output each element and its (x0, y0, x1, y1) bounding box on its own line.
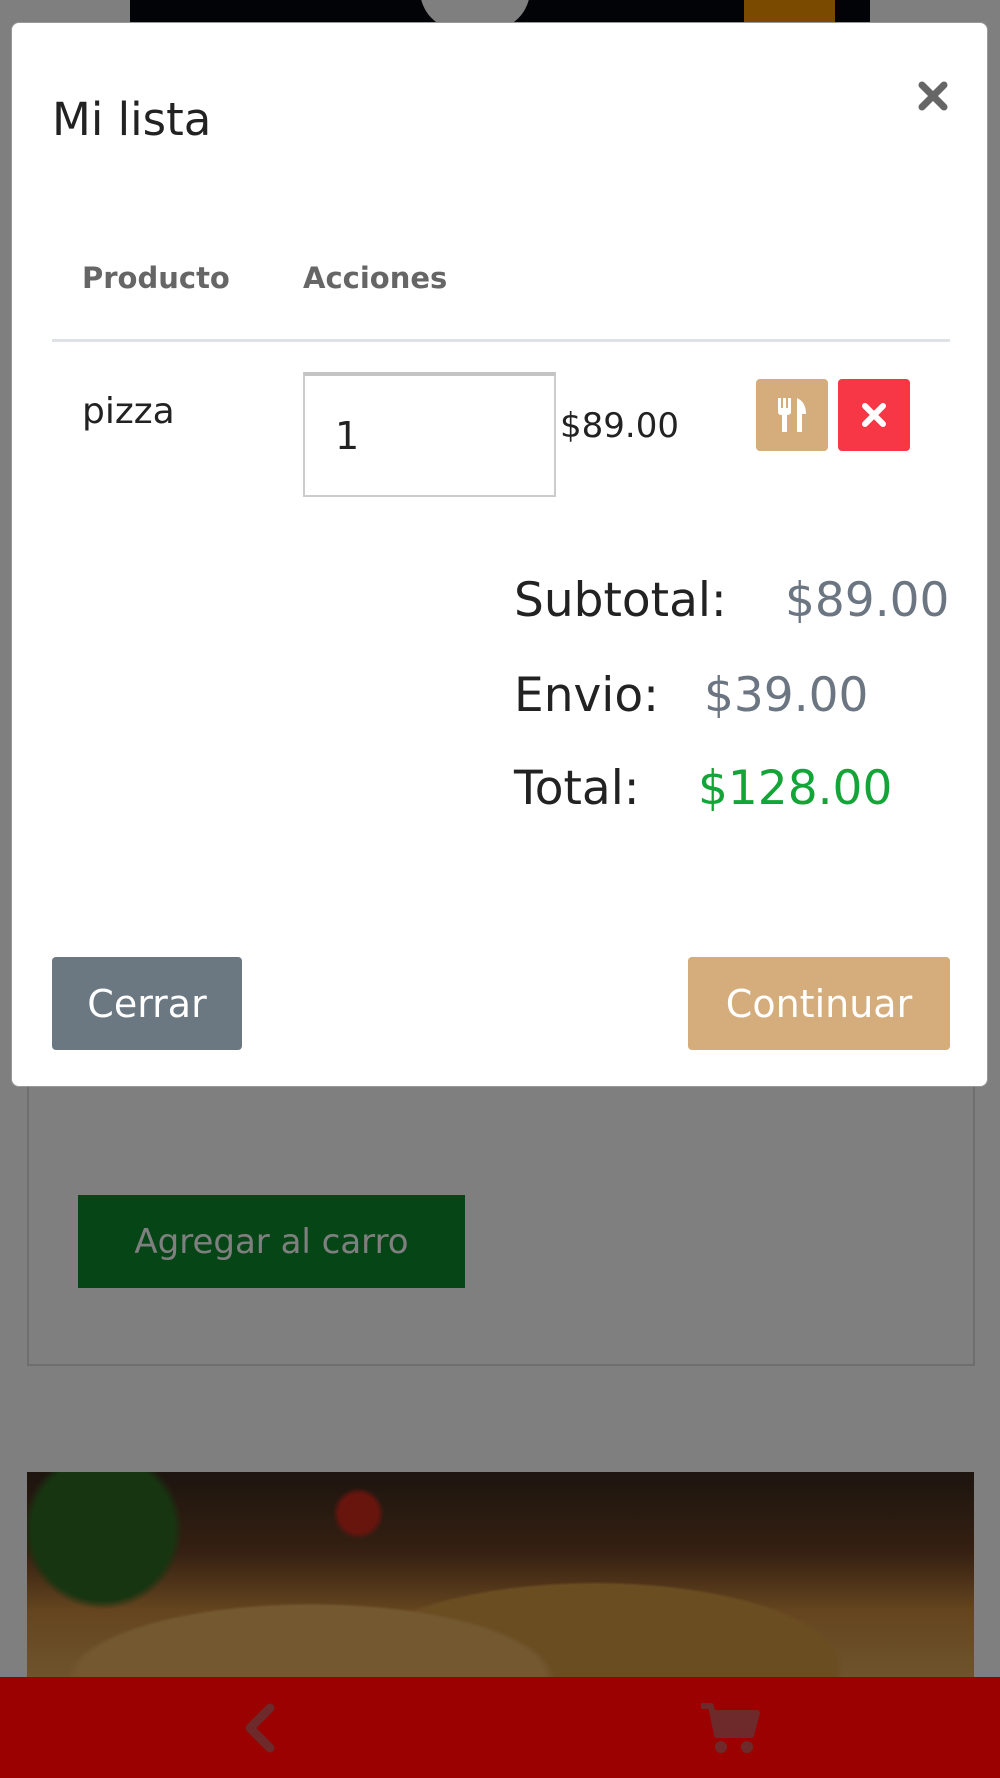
close-button[interactable] (910, 73, 956, 119)
modal-title: Mi lista (52, 93, 212, 146)
back-button[interactable] (225, 1695, 295, 1761)
continue-button[interactable]: Continuar (688, 957, 950, 1050)
remove-item-button[interactable] (838, 379, 910, 451)
close-icon (918, 81, 948, 111)
utensils-icon (778, 398, 806, 432)
chevron-left-icon (245, 1703, 275, 1753)
product-name: pizza (82, 391, 175, 432)
cart-icon (701, 1703, 760, 1753)
column-header-product: Producto (82, 261, 230, 295)
shipping-value: $39.00 (704, 668, 869, 723)
total-value: $128.00 (698, 761, 893, 816)
cart-button[interactable] (695, 1695, 765, 1761)
subtotal-value: $89.00 (785, 573, 950, 628)
close-modal-button[interactable]: Cerrar (52, 957, 242, 1050)
edit-item-button[interactable] (756, 379, 828, 451)
column-header-actions: Acciones (303, 261, 448, 295)
total-label: Total: (514, 761, 640, 816)
product-price: $89.00 (560, 406, 679, 446)
times-icon (862, 403, 886, 427)
bottom-nav (0, 1677, 1000, 1778)
quantity-input[interactable] (303, 372, 556, 497)
cart-modal: Mi lista Producto Acciones pizza $89.00 (11, 22, 988, 1087)
table-divider (52, 339, 950, 342)
shipping-label: Envio: (514, 668, 659, 723)
subtotal-label: Subtotal: (514, 573, 727, 628)
